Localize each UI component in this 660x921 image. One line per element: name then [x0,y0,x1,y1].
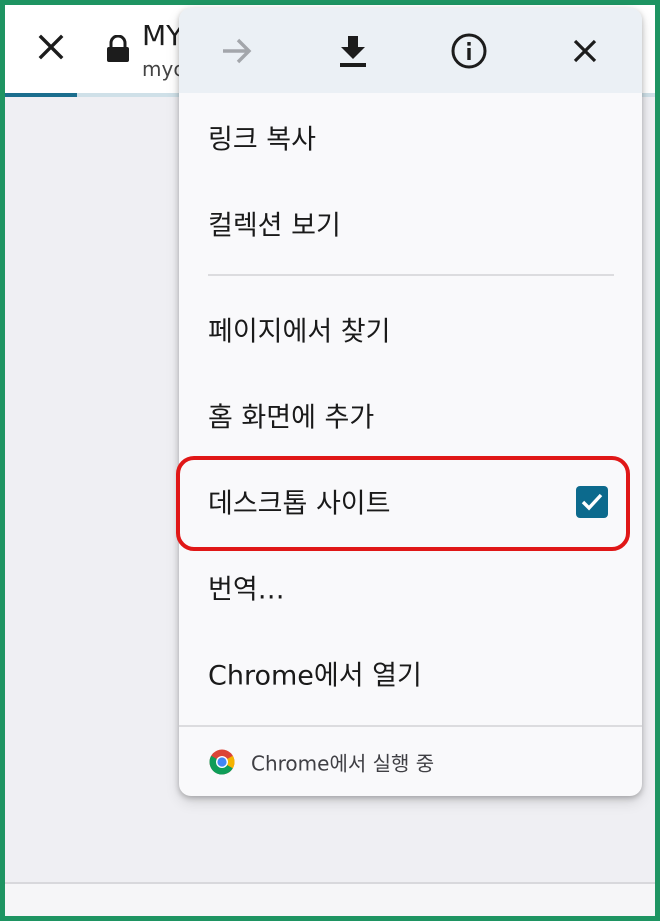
menu-item-label: 컬렉션 보기 [208,210,341,242]
overflow-menu: 링크 복사 컬렉션 보기 페이지에서 찾기 홈 화면에 추가 데스크톱 사이트 … [179,8,642,796]
menu-item-add-to-home[interactable]: 홈 화면에 추가 [179,372,642,458]
menu-divider [208,274,614,276]
chrome-icon [209,749,235,775]
menu-item-label: 링크 복사 [208,124,316,156]
menu-item-label: 데스크톱 사이트 [208,488,391,520]
menu-divider [179,725,642,727]
menu-item-label: Chrome에서 열기 [208,660,422,692]
info-icon [451,33,487,69]
menu-footer: Chrome에서 실행 중 [179,728,642,796]
desktop-site-checkbox[interactable] [576,486,608,518]
menu-item-label: 홈 화면에 추가 [208,402,375,434]
menu-item-desktop-site[interactable]: 데스크톱 사이트 [179,458,642,544]
menu-item-label: 번역… [208,574,285,606]
menu-item-translate[interactable]: 번역… [179,544,642,630]
forward-arrow-icon [223,38,252,64]
menu-item-open-in-chrome[interactable]: Chrome에서 열기 [179,630,642,716]
close-icon [38,34,64,60]
download-button[interactable] [329,27,377,75]
footer-text: Chrome에서 실행 중 [251,751,435,776]
download-icon [340,36,366,67]
close-tab-button[interactable] [33,29,69,65]
page-info-button[interactable] [445,27,493,75]
menu-toolbar [179,8,642,93]
checkmark-icon [581,493,603,511]
close-icon [573,39,597,63]
bottom-bar [5,884,655,916]
lock-icon [107,35,129,62]
close-menu-button[interactable] [561,27,609,75]
menu-item-view-collections[interactable]: 컬렉션 보기 [179,180,642,266]
page-url[interactable]: myc [142,57,184,81]
menu-item-copy-link[interactable]: 링크 복사 [179,94,642,180]
menu-item-find-in-page[interactable]: 페이지에서 찾기 [179,286,642,372]
forward-button[interactable] [213,27,261,75]
page-title[interactable]: MY [142,19,183,52]
progress-fill [5,93,77,97]
menu-item-label: 페이지에서 찾기 [208,316,391,348]
